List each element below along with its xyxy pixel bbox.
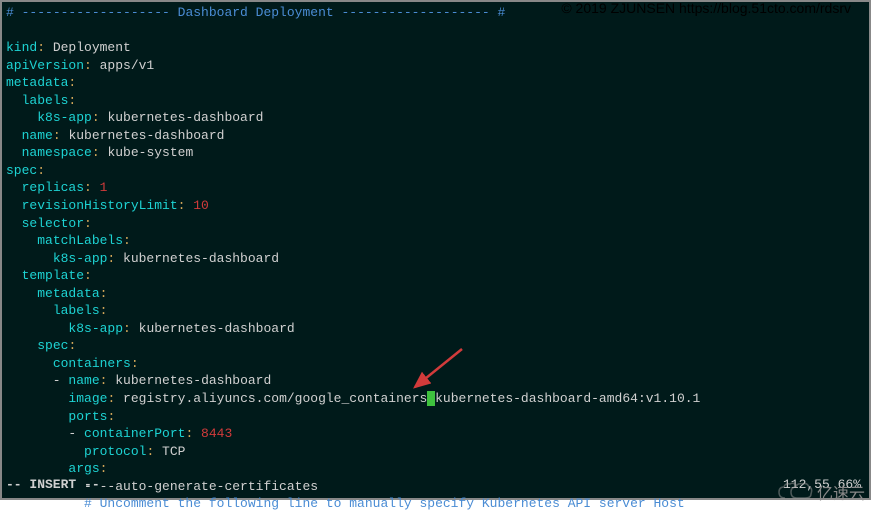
yaml-matchlabels: matchLabels:: [6, 232, 865, 250]
yaml-protocol: protocol: TCP: [6, 443, 865, 461]
logo-watermark: 亿速云: [777, 480, 865, 504]
yaml-metadata: metadata:: [6, 74, 865, 92]
yaml-replicas: replicas: 1: [6, 179, 865, 197]
yaml-template-spec: spec:: [6, 337, 865, 355]
yaml-labels: labels:: [6, 92, 865, 110]
yaml-kind: kind: Deployment: [6, 39, 865, 57]
yaml-namespace: namespace: kube-system: [6, 144, 865, 162]
vim-mode-indicator: -- INSERT --: [6, 476, 865, 494]
copyright-watermark: © 2019 ZJUNSEN https://blog.51cto.com/rd…: [561, 0, 851, 16]
logo-text: 亿速云: [817, 480, 865, 504]
yaml-comment: # Uncomment the following line to manual…: [6, 495, 865, 513]
terminal-editor[interactable]: # ------------------- Dashboard Deployme…: [0, 0, 871, 500]
yaml-selector: selector:: [6, 215, 865, 233]
blank-line: [6, 22, 865, 40]
yaml-spec: spec:: [6, 162, 865, 180]
yaml-revisionhistory: revisionHistoryLimit: 10: [6, 197, 865, 215]
yaml-image: image: registry.aliyuncs.com/google_cont…: [6, 390, 865, 408]
yaml-template: template:: [6, 267, 865, 285]
cloud-icon: [777, 482, 813, 502]
yaml-apiversion: apiVersion: apps/v1: [6, 57, 865, 75]
yaml-args: args:: [6, 460, 865, 478]
yaml-template-k8sapp: k8s-app: kubernetes-dashboard: [6, 320, 865, 338]
yaml-containers: containers:: [6, 355, 865, 373]
yaml-ports: ports:: [6, 408, 865, 426]
yaml-k8sapp2: k8s-app: kubernetes-dashboard: [6, 250, 865, 268]
yaml-template-metadata: metadata:: [6, 285, 865, 303]
yaml-container-name: - name: kubernetes-dashboard: [6, 372, 865, 390]
yaml-name: name: kubernetes-dashboard: [6, 127, 865, 145]
yaml-containerport: - containerPort: 8443: [6, 425, 865, 443]
cursor: /: [427, 391, 435, 406]
yaml-template-labels: labels:: [6, 302, 865, 320]
yaml-k8sapp: k8s-app: kubernetes-dashboard: [6, 109, 865, 127]
